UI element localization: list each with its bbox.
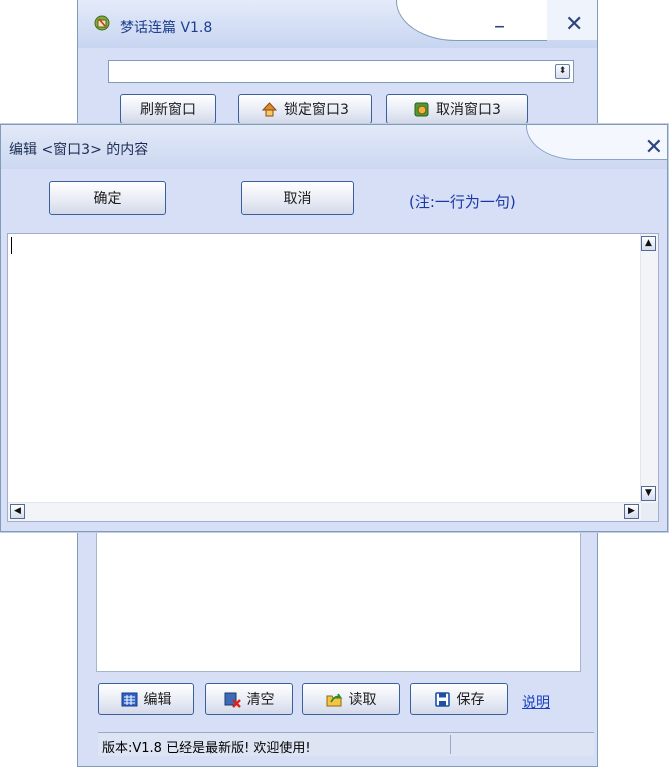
vertical-scrollbar[interactable]: ▲ ▼ <box>640 234 658 503</box>
main-titlebar[interactable]: 梦话连篇 V1.8 – ✕ <box>78 0 597 48</box>
floppy-disk-icon <box>434 691 450 707</box>
help-link[interactable]: 说明 <box>522 692 550 712</box>
main-window-title: 梦话连篇 V1.8 <box>120 20 213 36</box>
scroll-left-icon[interactable]: ◀ <box>10 504 25 519</box>
content-textarea[interactable]: ▲ ▼ ◀ ▶ <box>7 233 659 522</box>
edit-button-label: 编辑 <box>143 692 172 708</box>
scroll-up-icon[interactable]: ▲ <box>641 236 656 251</box>
status-separator <box>450 735 451 754</box>
edit-dialog-title: 编辑 <窗口3> 的内容 <box>9 142 149 158</box>
status-text: 版本:V1.8 已经是最新版! 欢迎使用! <box>102 741 311 756</box>
lock-window-button[interactable]: 锁定窗口3 <box>238 94 372 124</box>
save-button-label: 保存 <box>456 692 485 708</box>
cancel-button-label: 取消 <box>283 191 312 207</box>
app-icon <box>94 15 110 31</box>
open-folder-icon <box>326 693 342 706</box>
combo-arrow-icon[interactable]: ⬍ <box>555 64 570 79</box>
scroll-corner <box>641 503 658 521</box>
edit-dialog-titlebar[interactable]: 编辑 <窗口3> 的内容 ✕ <box>1 125 667 169</box>
grid-icon <box>121 692 137 706</box>
house-lock-icon <box>261 101 278 116</box>
cancel-window-button[interactable]: 取消窗口3 <box>386 94 528 124</box>
ok-button-label: 确定 <box>93 191 122 207</box>
read-button[interactable]: 读取 <box>302 683 400 715</box>
clear-button[interactable]: 清空 <box>205 683 293 715</box>
text-caret <box>11 237 12 254</box>
save-button[interactable]: 保存 <box>410 683 508 715</box>
edit-dialog: 编辑 <窗口3> 的内容 ✕ 确定 取消 (注:一行为一句) ▲ ▼ ◀ ▶ <box>0 124 668 532</box>
horizontal-scrollbar[interactable]: ◀ ▶ <box>8 502 641 521</box>
status-bar: 版本:V1.8 已经是最新版! 欢迎使用! <box>98 732 594 756</box>
close-button[interactable]: ✕ <box>565 14 583 36</box>
minimize-button[interactable]: – <box>494 16 505 38</box>
clear-icon <box>224 692 241 708</box>
refresh-window-label: 刷新窗口 <box>140 102 196 118</box>
window-select-combo[interactable]: ⬍ <box>108 60 574 83</box>
clear-button-label: 清空 <box>246 692 275 708</box>
sentence-list[interactable] <box>96 527 581 672</box>
lock-window-label: 锁定窗口3 <box>284 102 349 118</box>
refresh-window-button[interactable]: 刷新窗口 <box>120 94 216 124</box>
cancel-button[interactable]: 取消 <box>241 181 354 215</box>
edit-note: (注:一行为一句) <box>409 193 516 211</box>
scroll-down-icon[interactable]: ▼ <box>641 486 656 501</box>
cancel-window-label: 取消窗口3 <box>436 102 501 118</box>
dialog-close-button[interactable]: ✕ <box>645 137 663 159</box>
scroll-right-icon[interactable]: ▶ <box>624 504 639 519</box>
settings-gear-icon <box>414 102 429 116</box>
read-button-label: 读取 <box>348 692 377 708</box>
edit-button[interactable]: 编辑 <box>98 683 194 715</box>
ok-button[interactable]: 确定 <box>49 181 166 215</box>
